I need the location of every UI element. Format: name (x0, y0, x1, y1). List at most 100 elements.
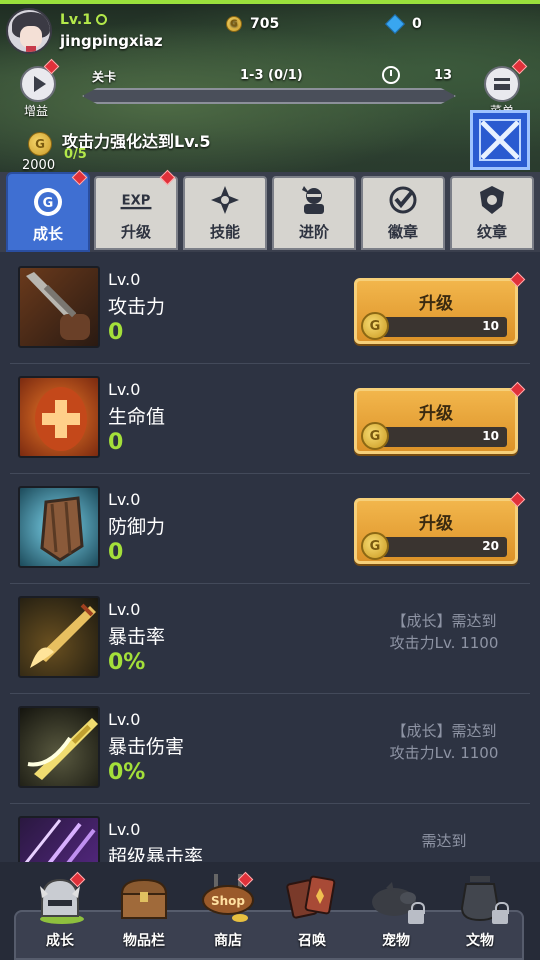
stat-row-super-crit-rate: Lv.0 超级暴击率 需达到 (10, 804, 530, 862)
requirement-line-2: 攻击力Lv. 1100 (389, 744, 499, 762)
gold-coin-icon: G (226, 16, 242, 32)
pet-pig-icon (368, 872, 425, 926)
stage-progress: 1-3 (0/1) (240, 68, 303, 83)
stat-value: 0% (108, 650, 146, 675)
upgrade-cost-value: 10 (482, 319, 499, 333)
search-icon[interactable] (95, 14, 107, 25)
stat-value: 0 (108, 540, 124, 565)
shield-icon (18, 486, 100, 568)
nav-label: 成长 (46, 933, 74, 949)
sword-fist-icon (18, 266, 100, 348)
requirement-line-1: 【成长】需达到 (391, 612, 497, 630)
stat-name: 生命值 (108, 406, 166, 428)
player-level-text: Lv.1 (60, 12, 92, 28)
nav-pet[interactable]: 宠物 (354, 872, 438, 958)
skill-shuriken-icon (208, 183, 242, 217)
upgrade-cost: G 10 (361, 312, 507, 340)
tab-upgrade[interactable]: EXP 升级 (94, 176, 178, 250)
quest-reward: 2000 (22, 158, 56, 172)
upgrade-cost: G 10 (361, 422, 507, 450)
battle-x-button[interactable] (470, 110, 530, 170)
nav-relic[interactable]: 文物 (438, 872, 522, 958)
gem-display: 0 (385, 14, 422, 34)
badge-icon (386, 183, 420, 217)
stat-value: 0 (108, 430, 124, 455)
stage-timer: 13 (434, 68, 453, 83)
requirement-text: 【成长】需达到 攻击力Lv. 1100 (370, 610, 518, 654)
gold-coin-icon: G (361, 312, 389, 340)
tab-label: 升级 (120, 223, 151, 241)
tab-badge[interactable]: 徽章 (361, 176, 445, 250)
quest-progress: 0/5 (64, 147, 87, 162)
nav-growth[interactable]: 成长 (18, 872, 102, 958)
tab-label: 纹章 (476, 223, 507, 241)
nav-label: 宠物 (382, 933, 410, 949)
svg-text:G: G (43, 196, 54, 211)
clock-icon (382, 66, 400, 84)
lock-icon (408, 902, 425, 924)
player-level: Lv.1 (60, 12, 107, 28)
flaming-sword-icon (18, 596, 100, 678)
player-avatar[interactable] (6, 8, 52, 54)
growth-coin-icon: G (31, 185, 65, 219)
tab-label: 进阶 (298, 223, 329, 241)
quest-coin-icon: G (28, 132, 52, 156)
svg-text:EXP: EXP (122, 194, 151, 209)
stat-level: Lv.0 (108, 490, 141, 509)
stat-level: Lv.0 (108, 270, 141, 289)
shop-sign-text: Shop (211, 894, 245, 908)
requirement-line-1: 需达到 (421, 832, 467, 850)
gold-display: G 705 (226, 16, 279, 32)
upgrade-button[interactable]: 升级 G 20 (354, 498, 518, 564)
stat-row-hp: Lv.0 生命值 0 升级 G 10 (10, 364, 530, 474)
stat-value: 0 (108, 320, 124, 345)
stat-name: 防御力 (108, 516, 166, 538)
tab-crest[interactable]: 纹章 (450, 176, 534, 250)
crest-icon (475, 183, 509, 217)
stat-row-crit-damage: Lv.0 暴击伤害 0% 【成长】需达到 攻击力Lv. 1100 (10, 694, 530, 804)
stat-name: 超级暴击率 (108, 846, 204, 862)
nav-label: 物品栏 (123, 933, 165, 949)
menu-icon (494, 78, 510, 90)
stat-level: Lv.0 (108, 710, 141, 729)
stat-level: Lv.0 (108, 600, 141, 619)
nav-inventory[interactable]: 物品栏 (102, 872, 186, 958)
purple-claw-icon (18, 816, 100, 862)
stat-name: 攻击力 (108, 296, 166, 318)
health-cross-icon (18, 376, 100, 458)
upgrade-button-label: 升级 (419, 514, 453, 534)
stat-name: 暴击率 (108, 626, 166, 648)
upgrade-button-label: 升级 (419, 294, 453, 314)
category-tabs: G 成长 EXP 升级 技能 进阶 徽章 纹章 (0, 169, 540, 252)
stage-label: 关卡 (92, 70, 117, 84)
tab-label: 技能 (209, 223, 240, 241)
upgrade-cost: G 20 (361, 532, 507, 560)
cards-icon (284, 872, 340, 926)
tab-skill[interactable]: 技能 (183, 176, 267, 250)
tab-label: 成长 (32, 225, 63, 243)
chest-icon (116, 872, 172, 926)
upgrade-button[interactable]: 升级 G 10 (354, 278, 518, 344)
gold-coin-icon: G (361, 532, 389, 560)
upgrade-button[interactable]: 升级 G 10 (354, 388, 518, 454)
menu-button[interactable] (484, 66, 520, 102)
stat-name: 暴击伤害 (108, 736, 185, 758)
gold-amount: 705 (250, 16, 280, 32)
requirement-line-2: 攻击力Lv. 1100 (389, 634, 499, 652)
lock-icon (492, 902, 509, 924)
nav-summon[interactable]: 召唤 (270, 872, 354, 958)
nav-shop[interactable]: Shop 商店 (186, 872, 270, 958)
stat-row-crit-rate: Lv.0 暴击率 0% 【成长】需达到 攻击力Lv. 1100 (10, 584, 530, 694)
stat-level: Lv.0 (108, 820, 141, 839)
player-name: jingpingxiaz (60, 32, 163, 50)
stat-upgrade-list[interactable]: Lv.0 攻击力 0 升级 G 10 Lv.0 生命值 0 升级 G 10 Lv… (0, 252, 540, 862)
nav-label: 文物 (466, 933, 494, 949)
stat-row-defense: Lv.0 防御力 0 升级 G 20 (10, 474, 530, 584)
tab-advance[interactable]: 进阶 (272, 176, 356, 250)
requirement-text: 需达到 (370, 830, 518, 852)
gem-amount: 0 (412, 16, 422, 32)
upgrade-button-label: 升级 (419, 404, 453, 424)
tab-label: 徽章 (387, 223, 418, 241)
game-scene: Lv.1 jingpingxiaz G 705 0 增益 关卡 1-3 (0/1… (0, 0, 540, 172)
upgrade-cost-value: 10 (482, 429, 499, 443)
